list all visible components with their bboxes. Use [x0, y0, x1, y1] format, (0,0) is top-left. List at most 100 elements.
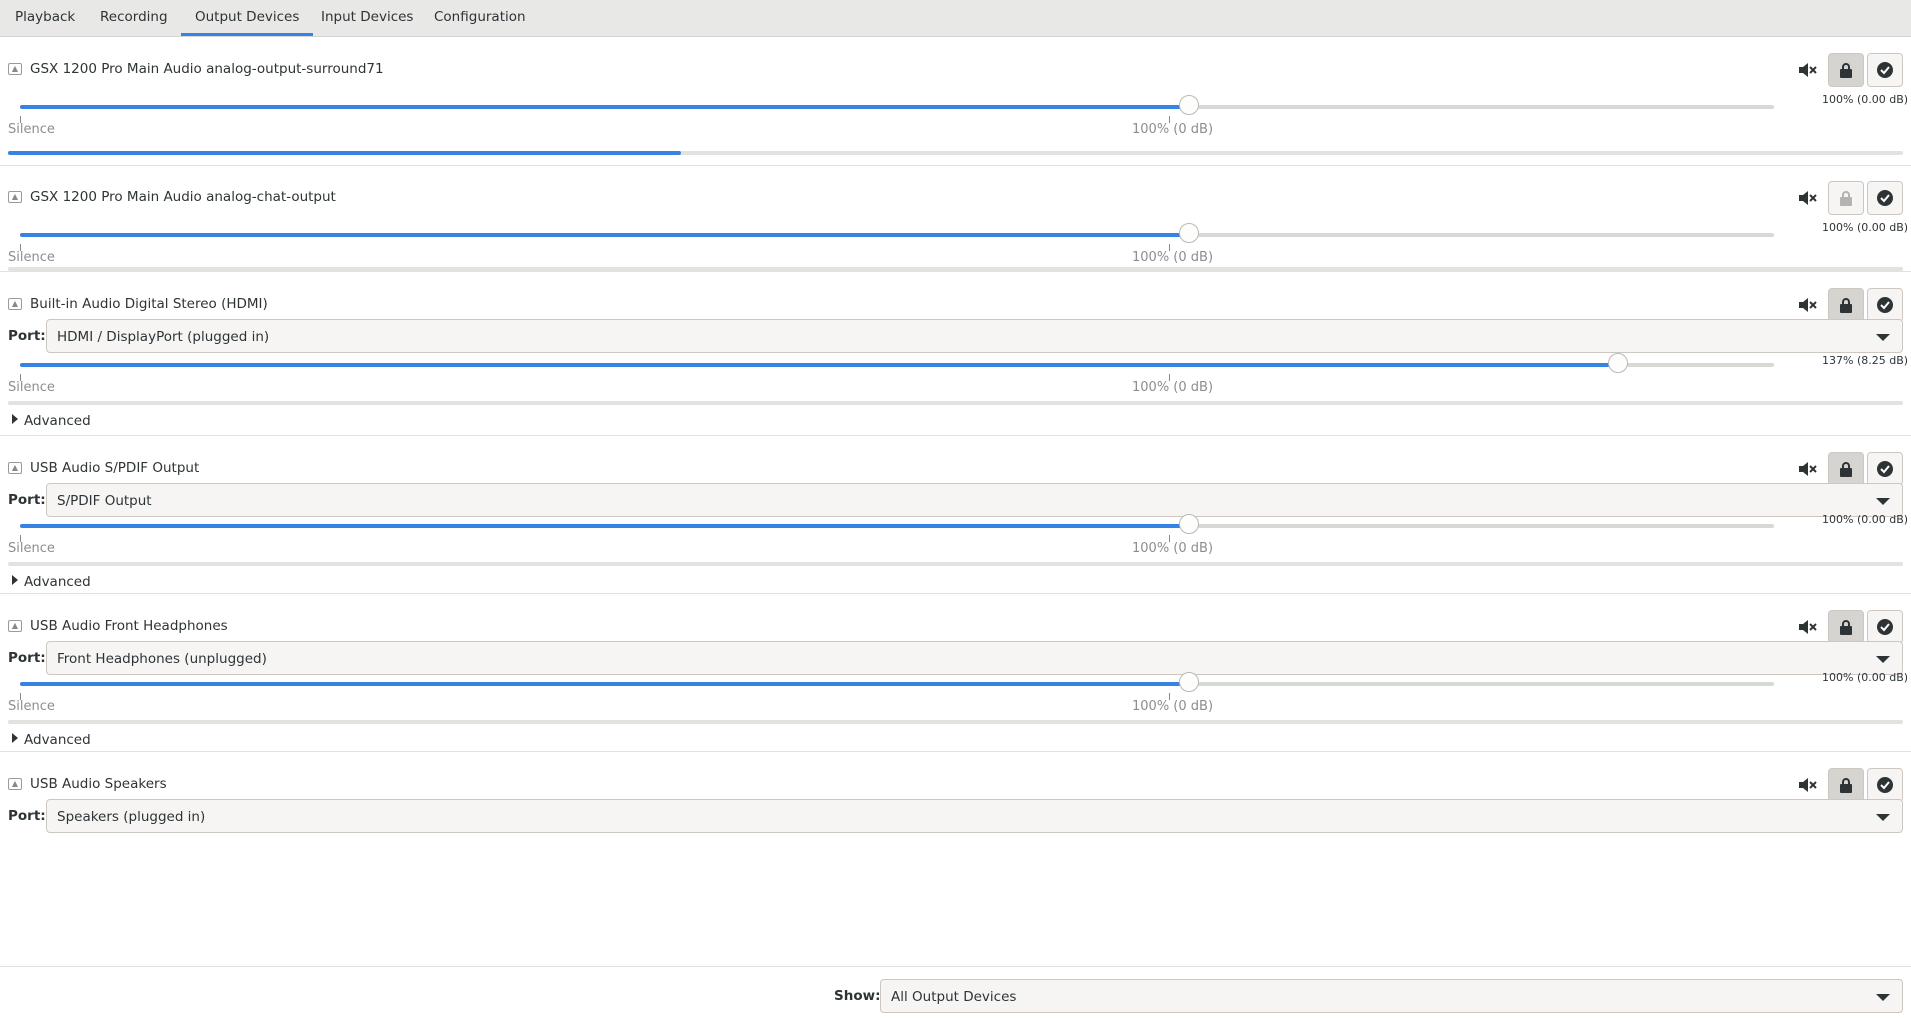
tab-output-devices[interactable]: Output Devices	[181, 0, 314, 36]
set-default-button[interactable]	[1867, 53, 1903, 87]
volume-knob[interactable]	[1179, 95, 1200, 115]
lock-icon	[1840, 620, 1852, 635]
level-meter	[8, 562, 1903, 566]
dropdown-caret-icon	[1876, 498, 1890, 505]
scale-label-silence: Silence	[8, 699, 55, 714]
scale-label-silence: Silence	[8, 250, 55, 265]
scale-label-silence: Silence	[8, 122, 55, 137]
volume-slider[interactable]	[20, 353, 1774, 373]
port-select[interactable]: S/PDIF Output	[46, 483, 1903, 517]
triangle-right-icon	[12, 414, 18, 424]
advanced-expander[interactable]: Advanced	[12, 412, 91, 430]
lock-icon	[1840, 778, 1852, 793]
device-row: ▲ USB Audio Front Headphones Port: Front…	[0, 594, 1911, 752]
set-default-button[interactable]	[1867, 181, 1903, 215]
tab-playback[interactable]: Playback	[1, 0, 89, 36]
volume-knob[interactable]	[1608, 353, 1629, 373]
device-row: ▲ GSX 1200 Pro Main Audio analog-output-…	[0, 37, 1911, 166]
speaker-muted-icon[interactable]	[1796, 294, 1818, 316]
lock-channels-button[interactable]	[1828, 768, 1864, 802]
port-label: Port:	[8, 328, 46, 344]
speaker-muted-icon[interactable]	[1796, 774, 1818, 796]
tab-recording[interactable]: Recording	[86, 0, 182, 36]
volume-percent: 137% (8.25 dB)	[1822, 354, 1909, 367]
port-select[interactable]: Speakers (plugged in)	[46, 799, 1903, 833]
device-name: USB Audio Speakers	[30, 776, 167, 792]
volume-fill	[20, 105, 1190, 109]
port-select[interactable]: HDMI / DisplayPort (plugged in)	[46, 319, 1903, 353]
check-circle-icon	[1877, 461, 1893, 477]
scale-label-100: 100% (0 dB)	[1132, 122, 1214, 137]
lock-channels-button[interactable]	[1828, 53, 1864, 87]
scale-label-100: 100% (0 dB)	[1132, 699, 1214, 714]
check-circle-icon	[1877, 297, 1893, 313]
device-name: GSX 1200 Pro Main Audio analog-chat-outp…	[30, 189, 336, 205]
advanced-label: Advanced	[24, 413, 91, 429]
lock-channels-button[interactable]	[1828, 288, 1864, 322]
triangle-right-icon	[12, 733, 18, 743]
advanced-expander[interactable]: Advanced	[12, 573, 91, 591]
dropdown-caret-icon	[1876, 334, 1890, 341]
device-name: Built-in Audio Digital Stereo (HDMI)	[30, 296, 268, 312]
device-row: ▲ USB Audio S/PDIF Output Port: S/PDIF O…	[0, 436, 1911, 594]
advanced-label: Advanced	[24, 732, 91, 748]
check-circle-icon	[1877, 619, 1893, 635]
volume-percent: 100% (0.00 dB)	[1822, 671, 1909, 684]
volume-knob[interactable]	[1179, 223, 1200, 243]
port-value: Speakers (plugged in)	[57, 809, 206, 825]
audio-device-icon: ▲	[8, 462, 22, 474]
volume-fill	[20, 682, 1190, 686]
level-meter	[8, 267, 1903, 271]
audio-device-icon: ▲	[8, 778, 22, 790]
set-default-button[interactable]	[1867, 610, 1903, 644]
show-filter-select[interactable]: All Output Devices	[880, 979, 1903, 1013]
advanced-label: Advanced	[24, 574, 91, 590]
triangle-right-icon	[12, 575, 18, 585]
check-circle-icon	[1877, 62, 1893, 78]
dropdown-caret-icon	[1876, 656, 1890, 663]
set-default-button[interactable]	[1867, 768, 1903, 802]
speaker-muted-icon[interactable]	[1796, 187, 1818, 209]
footer-bar: Show: All Output Devices	[0, 966, 1911, 1022]
port-select[interactable]: Front Headphones (unplugged)	[46, 641, 1903, 675]
port-label: Port:	[8, 492, 46, 508]
speaker-muted-icon[interactable]	[1796, 616, 1818, 638]
show-filter-value: All Output Devices	[891, 989, 1017, 1005]
port-label: Port:	[8, 650, 46, 666]
volume-knob[interactable]	[1179, 514, 1200, 534]
lock-channels-button[interactable]	[1828, 610, 1864, 644]
volume-slider[interactable]	[20, 514, 1774, 534]
volume-fill	[20, 524, 1190, 528]
device-row: ▲ GSX 1200 Pro Main Audio analog-chat-ou…	[0, 166, 1911, 272]
volume-slider[interactable]	[20, 95, 1774, 115]
dropdown-caret-icon	[1876, 814, 1890, 821]
volume-knob[interactable]	[1179, 672, 1200, 692]
volume-fill	[20, 363, 1619, 367]
lock-icon	[1840, 191, 1852, 206]
scale-label-silence: Silence	[8, 380, 55, 395]
advanced-expander[interactable]: Advanced	[12, 731, 91, 749]
port-label: Port:	[8, 808, 46, 824]
speaker-muted-icon[interactable]	[1796, 458, 1818, 480]
lock-channels-button[interactable]	[1828, 181, 1864, 215]
volume-slider[interactable]	[20, 672, 1774, 692]
lock-icon	[1840, 63, 1852, 78]
volume-slider[interactable]	[20, 223, 1774, 243]
port-value: S/PDIF Output	[57, 493, 152, 509]
lock-channels-button[interactable]	[1828, 452, 1864, 486]
volume-fill	[20, 233, 1190, 237]
lock-icon	[1840, 298, 1852, 313]
show-label: Show:	[834, 988, 881, 1004]
lock-icon	[1840, 462, 1852, 477]
set-default-button[interactable]	[1867, 452, 1903, 486]
tab-input-devices[interactable]: Input Devices	[307, 0, 427, 36]
volume-percent: 100% (0.00 dB)	[1822, 221, 1909, 234]
tab-configuration[interactable]: Configuration	[420, 0, 540, 36]
audio-device-icon: ▲	[8, 191, 22, 203]
scale-label-100: 100% (0 dB)	[1132, 380, 1214, 395]
audio-device-icon: ▲	[8, 63, 22, 75]
set-default-button[interactable]	[1867, 288, 1903, 322]
speaker-muted-icon[interactable]	[1796, 59, 1818, 81]
scale-label-silence: Silence	[8, 541, 55, 556]
device-list[interactable]: ▲ GSX 1200 Pro Main Audio analog-output-…	[0, 37, 1911, 965]
